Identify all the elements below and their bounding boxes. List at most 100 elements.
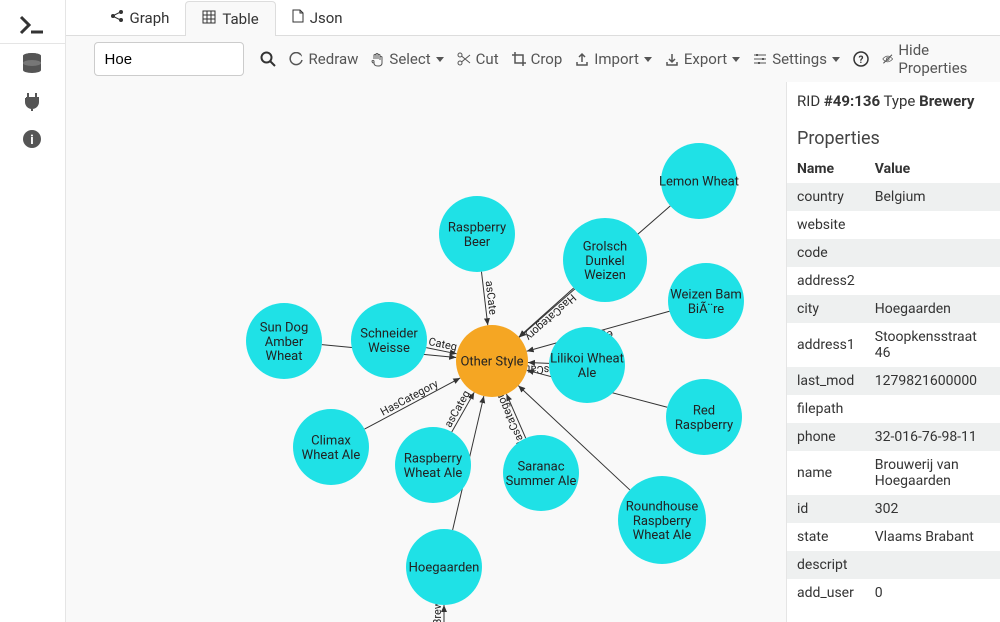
export-button[interactable]: Export — [665, 50, 740, 68]
toolbar: Redraw Select Cut Crop Import — [66, 36, 1000, 82]
graph-node[interactable] — [351, 302, 427, 378]
crop-button[interactable]: Crop — [512, 50, 563, 68]
redraw-button[interactable]: Redraw — [289, 50, 359, 68]
doc-icon — [292, 9, 304, 27]
property-name: id — [787, 495, 865, 523]
property-value — [865, 211, 1000, 239]
graph-node[interactable] — [661, 143, 737, 219]
edge-label: asCate — [482, 280, 499, 316]
property-row[interactable]: nameBrouwerij van Hoegaarden — [787, 451, 1000, 495]
graph-node[interactable] — [395, 427, 471, 503]
chevron-down-icon — [436, 57, 444, 62]
record-header: RID #49:136 Type Brewery — [787, 82, 1000, 116]
property-row[interactable]: stateVlaams Brabant — [787, 523, 1000, 551]
scissors-icon — [457, 52, 471, 66]
database-icon[interactable] — [0, 44, 65, 82]
property-name: address1 — [787, 323, 865, 367]
property-value: Brouwerij van Hoegaarden — [865, 451, 1000, 495]
cut-button[interactable]: Cut — [457, 50, 499, 68]
hand-icon — [371, 52, 384, 67]
view-tabs: Graph Table Json — [66, 0, 1000, 36]
property-value: 32-016-76-98-11 — [865, 423, 1000, 451]
properties-table: Name Value countryBelgiumwebsitecodeaddr… — [787, 155, 1000, 607]
property-value — [865, 395, 1000, 423]
property-value: Vlaams Brabant — [865, 523, 1000, 551]
property-name: website — [787, 211, 865, 239]
property-value: 302 — [865, 495, 1000, 523]
hide-properties-button[interactable]: Hide Properties — [882, 41, 972, 77]
tab-table-label: Table — [222, 10, 258, 28]
info-icon[interactable]: i — [0, 120, 65, 158]
property-name: add_user — [787, 579, 865, 607]
graph-node[interactable] — [549, 327, 625, 403]
table-icon — [202, 10, 216, 28]
graph-node[interactable] — [406, 529, 482, 605]
graph-node[interactable] — [618, 476, 706, 564]
property-name: address2 — [787, 267, 865, 295]
property-row[interactable]: filepath — [787, 395, 1000, 423]
chevron-down-icon — [732, 57, 740, 62]
property-row[interactable]: phone32-016-76-98-11 — [787, 423, 1000, 451]
graph-node[interactable] — [563, 218, 647, 302]
property-row[interactable]: descript — [787, 551, 1000, 579]
search-button[interactable] — [260, 51, 276, 67]
property-name: descript — [787, 551, 865, 579]
property-row[interactable]: website — [787, 211, 1000, 239]
tab-graph[interactable]: Graph — [94, 0, 186, 35]
property-value: Hoegaarden — [865, 295, 1000, 323]
property-name: city — [787, 295, 865, 323]
property-row[interactable]: countryBelgium — [787, 183, 1000, 211]
property-row[interactable]: cityHoegaarden — [787, 295, 1000, 323]
edge-label: HasCategory — [378, 377, 441, 419]
property-name: filepath — [787, 395, 865, 423]
edge-label: Categ — [427, 335, 458, 353]
tab-json[interactable]: Json — [276, 0, 359, 35]
properties-title: Properties — [787, 116, 1000, 155]
property-value — [865, 551, 1000, 579]
property-name: phone — [787, 423, 865, 451]
graph-canvas[interactable]: asCateHasCategoryHaegoryasCateCategHasCa… — [66, 82, 786, 622]
property-name: name — [787, 451, 865, 495]
tab-json-label: Json — [310, 9, 343, 27]
graph-node[interactable] — [439, 196, 515, 272]
settings-button[interactable]: Settings — [753, 50, 840, 68]
search-icon — [260, 51, 276, 67]
tab-table[interactable]: Table — [185, 1, 275, 36]
actions-title: Actions — [787, 607, 1000, 622]
plug-icon[interactable] — [0, 82, 65, 120]
property-name: code — [787, 239, 865, 267]
col-name: Name — [787, 155, 865, 183]
share-icon — [110, 9, 124, 27]
properties-panel: RID #49:136 Type Brewery Properties Name… — [786, 82, 1000, 622]
search-input[interactable] — [94, 42, 244, 76]
tab-graph-label: Graph — [130, 9, 170, 27]
graph-node[interactable] — [456, 325, 528, 397]
import-button[interactable]: Import — [575, 50, 652, 68]
terminal-icon[interactable] — [0, 6, 65, 44]
svg-text:?: ? — [858, 55, 863, 66]
graph-node[interactable] — [246, 303, 322, 379]
chevron-down-icon — [644, 57, 652, 62]
property-row[interactable]: last_mod1279821600000 — [787, 367, 1000, 395]
chevron-down-icon — [832, 57, 840, 62]
graph-node[interactable] — [503, 435, 579, 511]
graph-node[interactable] — [666, 379, 742, 455]
property-row[interactable]: id302 — [787, 495, 1000, 523]
refresh-icon — [289, 52, 304, 67]
property-value: 0 — [865, 579, 1000, 607]
help-icon: ? — [853, 51, 869, 67]
property-name: state — [787, 523, 865, 551]
col-value: Value — [865, 155, 1000, 183]
select-button[interactable]: Select — [371, 50, 443, 68]
graph-node[interactable] — [668, 263, 744, 339]
graph-node[interactable] — [293, 409, 369, 485]
property-value: Belgium — [865, 183, 1000, 211]
property-row[interactable]: address2 — [787, 267, 1000, 295]
property-row[interactable]: address1Stoopkensstraat 46 — [787, 323, 1000, 367]
help-button[interactable]: ? — [853, 51, 869, 67]
svg-text:i: i — [31, 133, 34, 148]
property-row[interactable]: code — [787, 239, 1000, 267]
edge-label: asCateg — [441, 388, 472, 430]
property-row[interactable]: add_user0 — [787, 579, 1000, 607]
property-value: 1279821600000 — [865, 367, 1000, 395]
